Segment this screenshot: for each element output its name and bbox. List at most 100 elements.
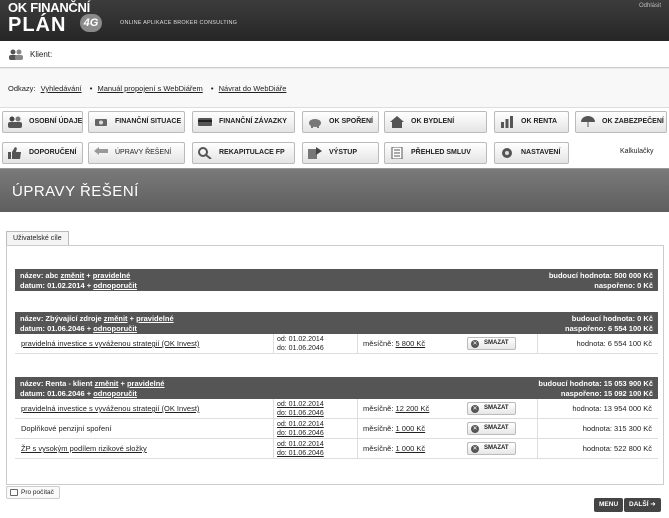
nav-label: OSOBNÍ ÚDAJE [29,118,83,125]
nav-label: OK ZABEZPEČENÍ [602,118,664,125]
links-label: Odkazy: [8,84,36,93]
nav-financni-zavazky[interactable]: FINANČNÍ ZÁVAZKY [192,111,295,133]
umbrella-icon [581,116,595,127]
product-row: pravidelná investice s vyváženou strateg… [15,399,658,419]
link-search[interactable]: Vyhledávání [41,84,82,93]
goal-unrecommend-link[interactable]: odnoporučit [93,324,137,333]
nav-label: PŘEHLED SMLUV [411,149,471,156]
product-row: pravidelná investice s vyváženou strateg… [15,334,658,354]
nav-osobni-udaje[interactable]: OSOBNÍ ÚDAJE [2,111,83,133]
separator-dot: • [210,84,214,93]
product-to: do: 01.06.2046 [277,345,324,352]
product-to[interactable]: do: 01.06.2046 [277,449,324,458]
logo-badge: 4G [80,14,102,32]
nav-doporuceni[interactable]: DOPORUČENÍ [2,142,83,164]
menu-button[interactable]: MENU [594,498,624,512]
goal-unrecommend-link[interactable]: odnoporučit [93,389,137,398]
tab-user-goals[interactable]: Uživatelské cíle [6,231,69,245]
main-nav: OSOBNÍ ÚDAJE FINANČNÍ SITUACE FINANČNÍ Z… [0,108,669,168]
goal-date: datum: 01.06.2046 [20,324,85,333]
nav-label: OK RENTA [521,118,558,125]
delete-label: SMAZAT [484,445,509,451]
top-header: OK FINANČNÍ PLÁN 4G ONLINE APLIKACE BROK… [0,0,669,41]
nav-nastaveni[interactable]: NASTAVENÍ [494,142,569,164]
goal-header: název: Zbývající zdroje změnit + pravide… [15,312,658,334]
goal-future-value: budoucí hodnota: 15 053 900 Kč [538,379,653,388]
monthly-amount-link[interactable]: 1 000 Kč [396,444,426,453]
goal-header: název: abc změnit + pravidelné datum: 01… [15,269,658,291]
arrows-icon [94,147,108,155]
nav-ok-zabezpeceni[interactable]: OK ZABEZPEČENÍ [575,111,667,133]
next-button[interactable]: DALŠÍ ➜ [624,498,661,512]
goal-change-link[interactable]: změnit [95,379,119,388]
logo-line1: OK FINANČNÍ [8,0,90,15]
card-icon [198,118,212,126]
product-link[interactable]: pravidelná investice s vyváženou strateg… [21,404,199,413]
magnifier-icon [198,147,212,159]
nav-label: REKAPITULACE FP [219,149,285,156]
delete-button[interactable]: ✕ SMAZAT [467,442,516,455]
monthly-amount-link[interactable]: 1 000 Kč [396,424,426,433]
nav-kalkulacky[interactable]: Kalkulačky [620,142,653,164]
nav-ok-renta[interactable]: OK RENTA [494,111,569,133]
goal-type-link[interactable]: pravidelné [93,271,131,280]
monthly-amount-link[interactable]: 12 200 Kč [396,404,430,413]
product-link[interactable]: pravidelná investice s vyváženou strateg… [21,339,199,348]
client-icon [9,49,23,60]
logout-link[interactable]: Odhlásit [639,3,661,9]
delete-button[interactable]: ✕ SMAZAT [467,422,516,435]
goals-panel: název: abc změnit + pravidelné datum: 01… [6,245,664,485]
monthly-amount-link[interactable]: 5 800 Kč [396,339,426,348]
people-icon [8,116,22,128]
nav-label: FINANČNÍ ZÁVAZKY [219,118,287,125]
product-link[interactable]: ŽP s vysokým podílem rizikové složky [21,444,147,453]
money-icon [95,119,107,126]
app-logo[interactable]: OK FINANČNÍ PLÁN [8,1,90,36]
goal-block: název: Renta - klient změnit + pravideln… [15,377,658,459]
nav-label: OK BYDLENÍ [411,118,455,125]
product-row: ŽP s vysokým podílem rizikové složky od:… [15,439,658,459]
nav-upravy-reseni[interactable]: ÚPRAVY ŘEŠENÍ [88,142,185,164]
nav-rekapitulace-fp[interactable]: REKAPITULACE FP [192,142,295,164]
document-icon [391,147,403,159]
goal-change-link[interactable]: změnit [104,314,128,323]
goal-block: název: abc změnit + pravidelné datum: 01… [15,269,658,291]
goal-unrecommend-link[interactable]: odnoporučit [93,281,137,290]
link-back-webdiar[interactable]: Návrat do WebDiáře [219,84,287,93]
product-value: hodnota: 6 554 100 Kč [576,339,652,348]
goal-saved: naspořeno: 15 092 100 Kč [560,389,653,398]
nav-ok-sporeni[interactable]: OK SPOŘENÍ [302,111,379,133]
product-to[interactable]: do: 01.06.2046 [277,409,324,418]
monthly-label: měsíčně: [363,404,394,413]
product-to[interactable]: do: 01.06.2046 [277,429,324,438]
nav-ok-bydleni[interactable]: OK BYDLENÍ [384,111,487,133]
close-icon: ✕ [471,405,479,413]
goal-change-link[interactable]: změnit [60,271,84,280]
delete-button[interactable]: ✕ SMAZAT [467,402,516,415]
nav-label: DOPORUČENÍ [29,149,77,156]
thumb-icon [8,147,21,159]
page-title: ÚPRAVY ŘEŠENÍ [12,183,139,200]
close-icon: ✕ [471,425,479,433]
product-from[interactable]: od: 01.02.2014 [277,400,324,409]
client-label: Klient: [30,50,53,59]
goal-saved: naspořeno: 6 554 100 Kč [565,324,653,333]
separator-dot: • [89,84,93,93]
nav-financni-situace[interactable]: FINANČNÍ SITUACE [88,111,185,133]
product-from[interactable]: od: 01.02.2014 [277,420,324,429]
monthly-label: měsíčně: [363,424,394,433]
nav-vystup[interactable]: VÝSTUP [302,142,379,164]
goal-future-value: budoucí hodnota: 500 000 Kč [548,271,653,280]
link-manual[interactable]: Manuál propojení s WebDiářem [97,84,202,93]
goal-type-link[interactable]: pravidelné [136,314,174,323]
nav-prehled-smluv[interactable]: PŘEHLED SMLUV [384,142,487,164]
goal-type-link[interactable]: pravidelné [127,379,165,388]
product-from[interactable]: od: 01.02.2014 [277,440,324,449]
delete-button[interactable]: ✕ SMAZAT [467,337,516,350]
product-from: od: 01.02.2014 [277,336,324,343]
product-value: hodnota: 13 954 000 Kč [572,404,652,413]
print-button[interactable]: Pro počítač [6,486,60,499]
monthly-label: měsíčně: [363,444,394,453]
product-name: Doplňkové penzijní spoření [21,424,112,433]
links-bar: Odkazy: Vyhledávání • Manuál propojení s… [0,69,669,108]
